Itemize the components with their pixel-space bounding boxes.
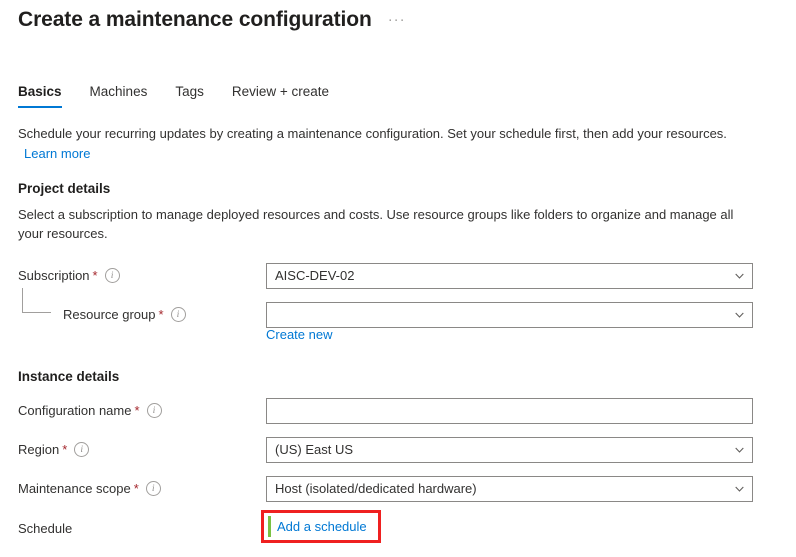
resource-group-dropdown[interactable] xyxy=(266,302,753,328)
tab-machines[interactable]: Machines xyxy=(90,84,148,108)
page-title: Create a maintenance configuration xyxy=(18,6,372,34)
create-new-resource-group-link[interactable]: Create new xyxy=(266,327,332,342)
maintenance-scope-label: Maintenance scope * i xyxy=(18,481,161,496)
region-label-text: Region xyxy=(18,442,59,457)
subscription-label: Subscription * i xyxy=(18,268,120,283)
subscription-dropdown[interactable]: AISC-DEV-02 xyxy=(266,263,753,289)
schedule-label: Schedule xyxy=(18,521,72,536)
schedule-label-text: Schedule xyxy=(18,521,72,536)
maintenance-scope-row: Maintenance scope * i Host (isolated/ded… xyxy=(18,479,778,501)
add-a-schedule-link[interactable]: Add a schedule xyxy=(277,519,367,534)
intro-text-block: Schedule your recurring updates by creat… xyxy=(18,124,758,163)
intro-description: Schedule your recurring updates by creat… xyxy=(18,126,727,141)
tab-bar: Basics Machines Tags Review + create xyxy=(18,84,329,108)
tab-basics[interactable]: Basics xyxy=(18,84,62,108)
subscription-label-text: Subscription xyxy=(18,268,90,283)
instance-details-heading: Instance details xyxy=(18,369,119,384)
region-dropdown[interactable]: (US) East US xyxy=(266,437,753,463)
info-icon[interactable]: i xyxy=(74,442,89,457)
configuration-name-input[interactable] xyxy=(266,398,753,424)
chevron-down-icon xyxy=(735,446,744,455)
info-icon[interactable]: i xyxy=(146,481,161,496)
project-details-heading: Project details xyxy=(18,181,110,196)
required-asterisk: * xyxy=(134,403,139,418)
tab-review-create[interactable]: Review + create xyxy=(232,84,329,108)
maintenance-scope-dropdown[interactable]: Host (isolated/dedicated hardware) xyxy=(266,476,753,502)
chevron-down-icon xyxy=(735,272,744,281)
info-icon[interactable]: i xyxy=(171,307,186,322)
region-value: (US) East US xyxy=(275,442,353,457)
add-schedule-highlight-annotation: Add a schedule xyxy=(261,510,381,543)
required-asterisk: * xyxy=(134,481,139,496)
required-asterisk: * xyxy=(93,268,98,283)
region-row: Region * i (US) East US xyxy=(18,440,778,462)
configuration-name-label: Configuration name * i xyxy=(18,403,162,418)
required-asterisk: * xyxy=(159,307,164,322)
resource-group-row: Resource group * i xyxy=(18,305,778,327)
resource-group-label: Resource group * i xyxy=(63,307,186,322)
maintenance-scope-value: Host (isolated/dedicated hardware) xyxy=(275,481,477,496)
maintenance-scope-label-text: Maintenance scope xyxy=(18,481,131,496)
chevron-down-icon xyxy=(735,311,744,320)
tab-review-create-label: Review + create xyxy=(232,84,329,99)
info-icon[interactable]: i xyxy=(147,403,162,418)
schedule-row: Schedule xyxy=(18,519,778,541)
info-icon[interactable]: i xyxy=(105,268,120,283)
resource-group-label-text: Resource group xyxy=(63,307,156,322)
region-label: Region * i xyxy=(18,442,89,457)
tab-tags[interactable]: Tags xyxy=(175,84,204,108)
tab-machines-label: Machines xyxy=(90,84,148,99)
more-options-icon[interactable]: ··· xyxy=(388,6,406,34)
tab-tags-label: Tags xyxy=(175,84,204,99)
configuration-name-row: Configuration name * i xyxy=(18,401,778,423)
configuration-name-label-text: Configuration name xyxy=(18,403,131,418)
subscription-value: AISC-DEV-02 xyxy=(275,268,354,283)
project-details-description: Select a subscription to manage deployed… xyxy=(18,205,756,243)
green-accent-bar xyxy=(268,516,271,537)
page-header: Create a maintenance configuration ··· xyxy=(18,6,406,34)
chevron-down-icon xyxy=(735,485,744,494)
tab-basics-label: Basics xyxy=(18,84,62,99)
subscription-row: Subscription * i AISC-DEV-02 xyxy=(18,266,778,288)
required-asterisk: * xyxy=(62,442,67,457)
learn-more-link[interactable]: Learn more xyxy=(24,144,90,163)
